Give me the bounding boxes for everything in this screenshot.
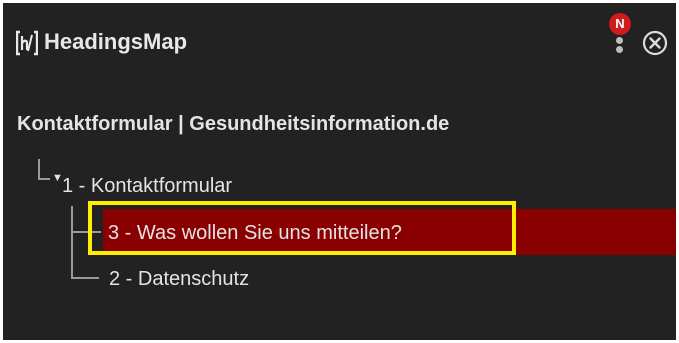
tree-item-datenschutz[interactable]: 2 - Datenschutz (109, 266, 249, 292)
kebab-menu-icon-dot (616, 46, 623, 53)
headingsmap-logo-icon (16, 30, 38, 56)
close-circle-icon[interactable] (642, 30, 668, 56)
notification-badge[interactable]: N (609, 13, 631, 35)
headingsmap-panel: HeadingsMap N Kontaktformular | Gesundhe… (3, 3, 676, 340)
tree-connector (38, 178, 50, 180)
kebab-menu-icon (616, 37, 623, 44)
tree-connector (71, 206, 73, 279)
title-bar: HeadingsMap N (3, 3, 676, 83)
tree-connector (38, 159, 40, 179)
menu-button[interactable]: N (609, 13, 639, 63)
annotation-focus-box (88, 201, 516, 255)
app-title: HeadingsMap (44, 29, 188, 54)
tree-connector (71, 277, 99, 279)
document-title: Kontaktformular | Gesundheitsinformation… (17, 113, 450, 135)
tree-item-kontaktformular[interactable]: 1 - Kontaktformular (62, 173, 232, 199)
